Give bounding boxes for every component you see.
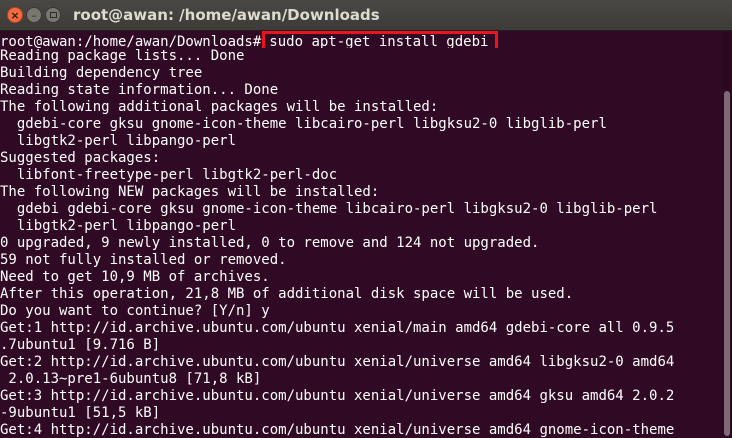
output-line: libfont-freetype-perl libgtk2-perl-doc (0, 167, 338, 183)
output-line: After this operation, 21,8 MB of additio… (0, 286, 574, 302)
output-line: Reading state information... Done (0, 82, 279, 98)
terminal-output: root@awan:/home/awan/Downloads# sudo apt-… (0, 31, 722, 438)
scrollbar[interactable] (722, 31, 732, 438)
minimize-icon: – (31, 8, 37, 22)
output-line: -9ubuntu1 [51,5 kB] (0, 405, 161, 421)
output-line: Reading package lists... Done (0, 48, 245, 64)
window-title: root@awan: /home/awan/Downloads (73, 6, 380, 24)
terminal-window: × – root@awan: /home/awan/Downloads root… (0, 0, 732, 438)
maximize-icon (49, 12, 57, 18)
output-line: The following additional packages will b… (0, 99, 439, 115)
output-line: Get:1 http://id.archive.ubuntu.com/ubunt… (0, 320, 675, 336)
output-line: 0 upgraded, 9 newly installed, 0 to remo… (0, 235, 540, 251)
output-line: The following NEW packages will be insta… (0, 184, 380, 200)
output-line: Need to get 10,9 MB of archives. (0, 269, 270, 285)
terminal-content[interactable]: root@awan:/home/awan/Downloads# sudo apt-… (0, 31, 722, 438)
output-line: 59 not fully installed or removed. (0, 252, 287, 268)
output-line: libgtk2-perl libpango-perl (0, 218, 237, 234)
output-line: Get:3 http://id.archive.ubuntu.com/ubunt… (0, 388, 675, 404)
output-line: Building dependency tree (0, 65, 203, 81)
close-icon: × (10, 8, 20, 22)
scrollbar-thumb[interactable] (724, 91, 730, 436)
output-line: Do you want to continue? [Y/n] y (0, 303, 270, 319)
minimize-button[interactable]: – (26, 7, 42, 23)
output-line: 2.0.13~pre1-6ubuntu8 [71,8 kB] (0, 371, 262, 387)
output-line: Get:4 http://id.archive.ubuntu.com/ubunt… (0, 422, 675, 438)
maximize-button[interactable] (45, 7, 61, 23)
output-line: .7ubuntu1 [9.716 B] (0, 337, 161, 353)
title-bar[interactable]: × – root@awan: /home/awan/Downloads (0, 0, 732, 31)
prompt-line: root@awan:/home/awan/Downloads# sudo apt-… (0, 31, 722, 48)
highlighted-command: sudo apt-get install gdebi (262, 31, 499, 48)
output-line: Suggested packages: (0, 150, 161, 166)
output-line: gdebi-core gksu gnome-icon-theme libcair… (0, 116, 607, 132)
output-line: gdebi gdebi-core gksu gnome-icon-theme l… (0, 201, 658, 217)
output-line: Get:2 http://id.archive.ubuntu.com/ubunt… (0, 354, 675, 370)
shell-prompt: root@awan:/home/awan/Downloads# (0, 34, 262, 48)
close-button[interactable]: × (7, 7, 23, 23)
output-line: libgtk2-perl libpango-perl (0, 133, 237, 149)
